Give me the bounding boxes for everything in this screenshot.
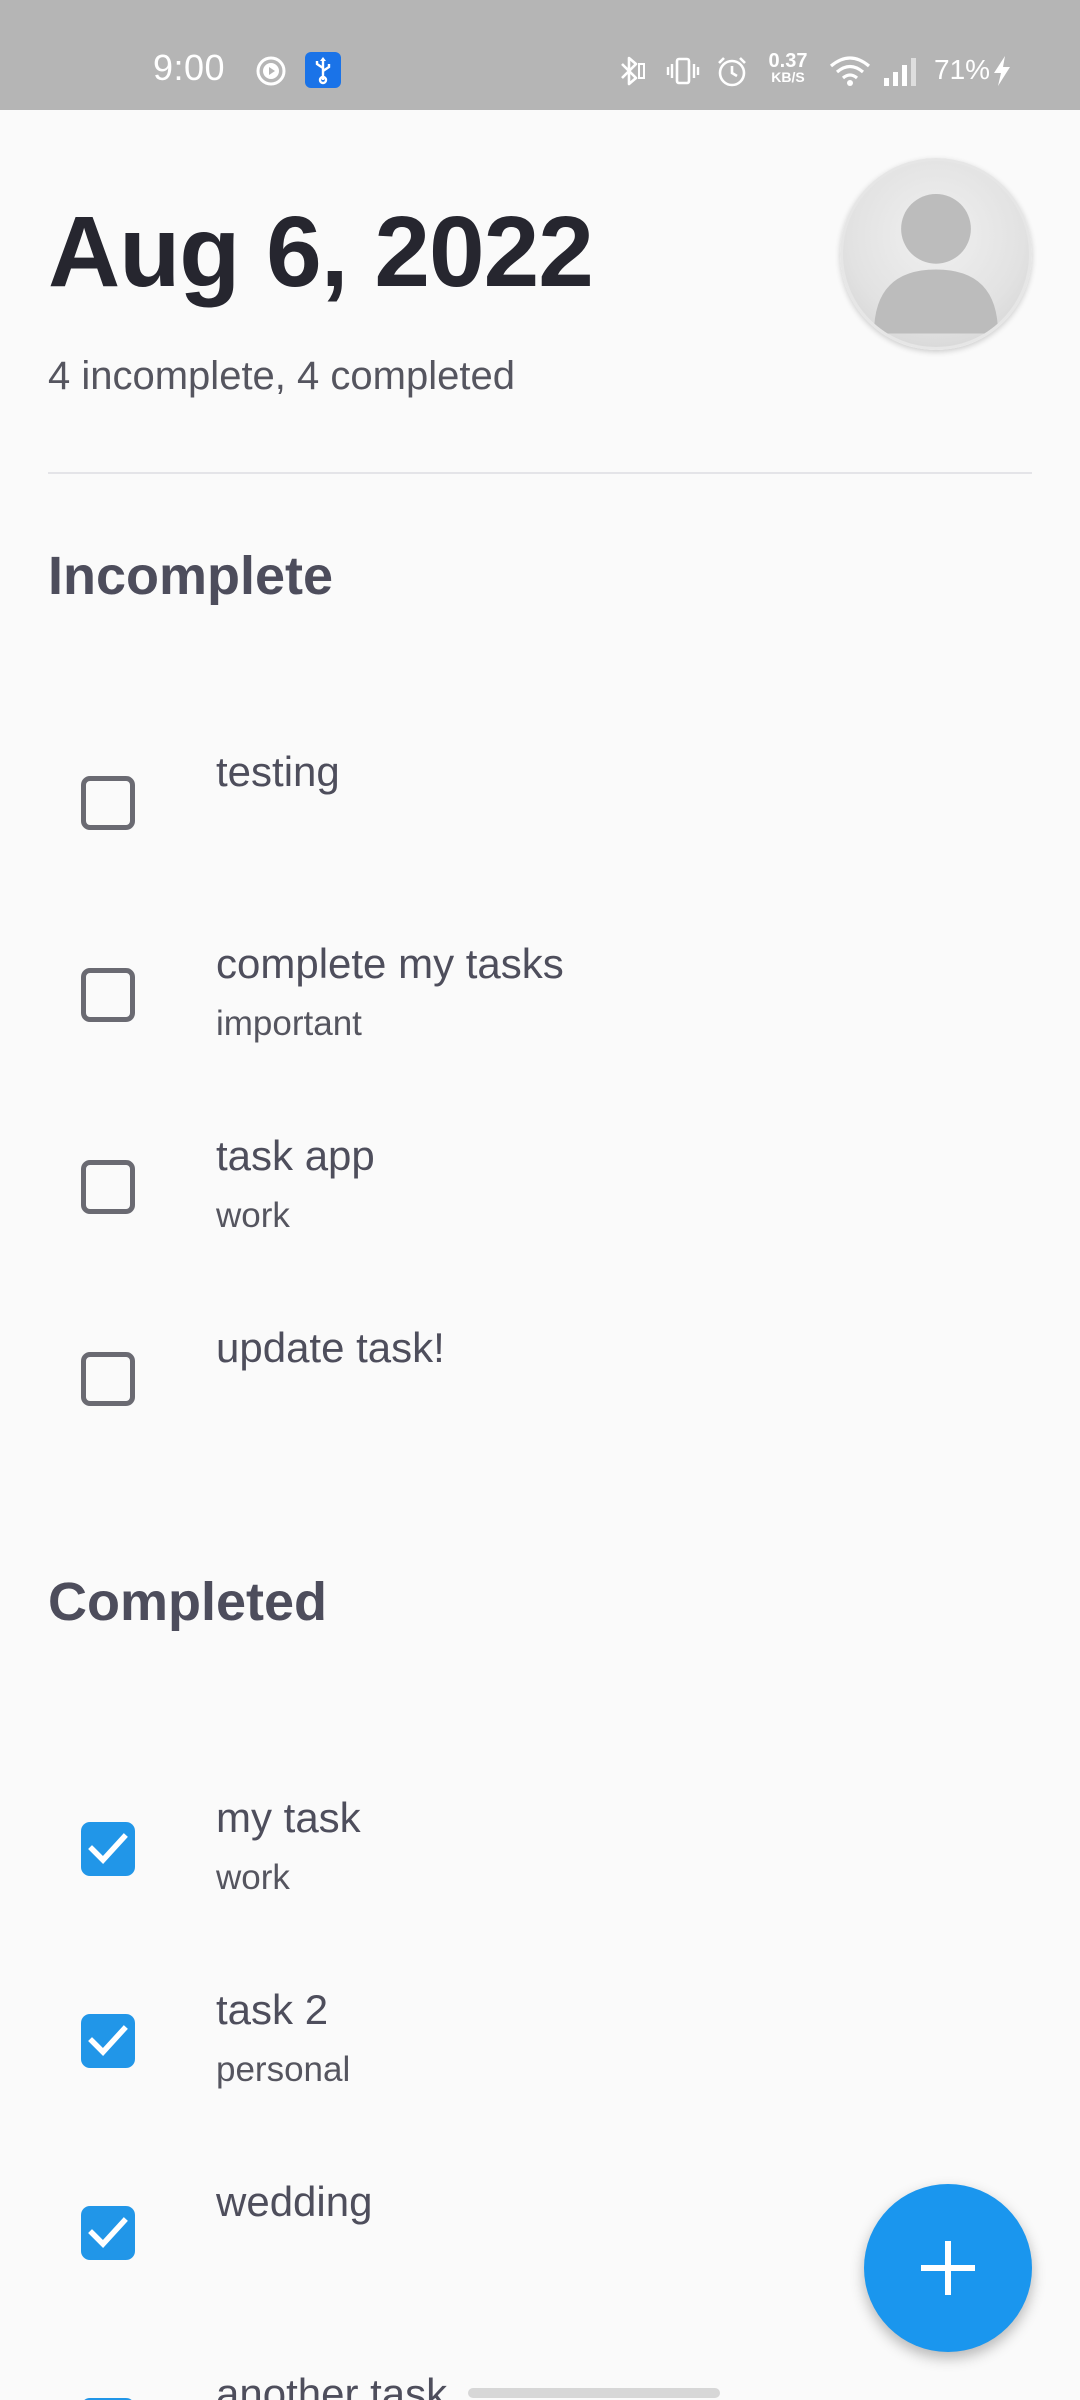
task-item[interactable]: complete my tasks important bbox=[0, 938, 1080, 1118]
status-time: 9:00 bbox=[153, 47, 226, 88]
checkmark-icon bbox=[88, 2025, 128, 2056]
task-title: my task bbox=[216, 1794, 361, 1841]
avatar[interactable] bbox=[840, 158, 1032, 350]
charging-icon bbox=[994, 56, 1010, 86]
add-task-button[interactable] bbox=[864, 2184, 1032, 2352]
checkmark-icon bbox=[88, 1833, 128, 1864]
task-tag: personal bbox=[216, 2050, 351, 2089]
task-checkbox[interactable] bbox=[81, 776, 135, 830]
section-title-completed: Completed bbox=[48, 1572, 328, 1632]
task-item[interactable]: update task! bbox=[0, 1322, 1080, 1502]
task-tag: work bbox=[216, 1196, 290, 1235]
task-item[interactable]: testing bbox=[0, 746, 1080, 926]
task-title: another task bbox=[216, 2370, 448, 2400]
task-item[interactable]: my task work bbox=[0, 1792, 1080, 1972]
task-summary: 4 incomplete, 4 completed bbox=[48, 354, 515, 398]
task-title: testing bbox=[216, 748, 340, 795]
task-title: wedding bbox=[216, 2178, 373, 2225]
task-checkbox[interactable] bbox=[81, 968, 135, 1022]
vibrate-icon bbox=[666, 57, 700, 85]
plus-icon bbox=[921, 2241, 975, 2295]
task-title: complete my tasks bbox=[216, 940, 564, 987]
page-title: Aug 6, 2022 bbox=[48, 196, 594, 308]
checkmark-icon bbox=[88, 2217, 128, 2248]
task-tag: work bbox=[216, 1858, 290, 1897]
signal-icon bbox=[884, 58, 916, 86]
task-title: update task! bbox=[216, 1324, 445, 1371]
network-speed-unit: KB/S bbox=[771, 69, 805, 85]
wifi-icon bbox=[829, 56, 871, 86]
task-checkbox[interactable] bbox=[81, 1160, 135, 1214]
task-checkbox[interactable] bbox=[81, 1352, 135, 1406]
network-speed: 0.37 KB/S bbox=[760, 50, 816, 85]
network-speed-value: 0.37 bbox=[768, 50, 808, 72]
task-item[interactable]: task 2 personal bbox=[0, 1984, 1080, 2164]
battery-percent: 71% bbox=[934, 54, 991, 85]
media-icon bbox=[256, 56, 286, 86]
task-title: task 2 bbox=[216, 1986, 329, 2033]
user-icon bbox=[874, 193, 998, 334]
usb-icon bbox=[305, 52, 341, 88]
status-bar: 9:00 0.37 KB/S 71% bbox=[0, 0, 1080, 110]
bluetooth-icon bbox=[621, 56, 645, 86]
task-checkbox-checked[interactable] bbox=[81, 1822, 135, 1876]
home-indicator[interactable] bbox=[468, 2388, 720, 2398]
header-divider bbox=[48, 472, 1032, 474]
section-title-incomplete: Incomplete bbox=[48, 546, 334, 606]
task-title: task app bbox=[216, 1132, 375, 1179]
task-checkbox-checked[interactable] bbox=[81, 2206, 135, 2260]
task-item[interactable]: task app work bbox=[0, 1130, 1080, 1310]
task-checkbox-checked[interactable] bbox=[81, 2014, 135, 2068]
task-tag: important bbox=[216, 1004, 362, 1043]
alarm-icon bbox=[718, 57, 746, 87]
